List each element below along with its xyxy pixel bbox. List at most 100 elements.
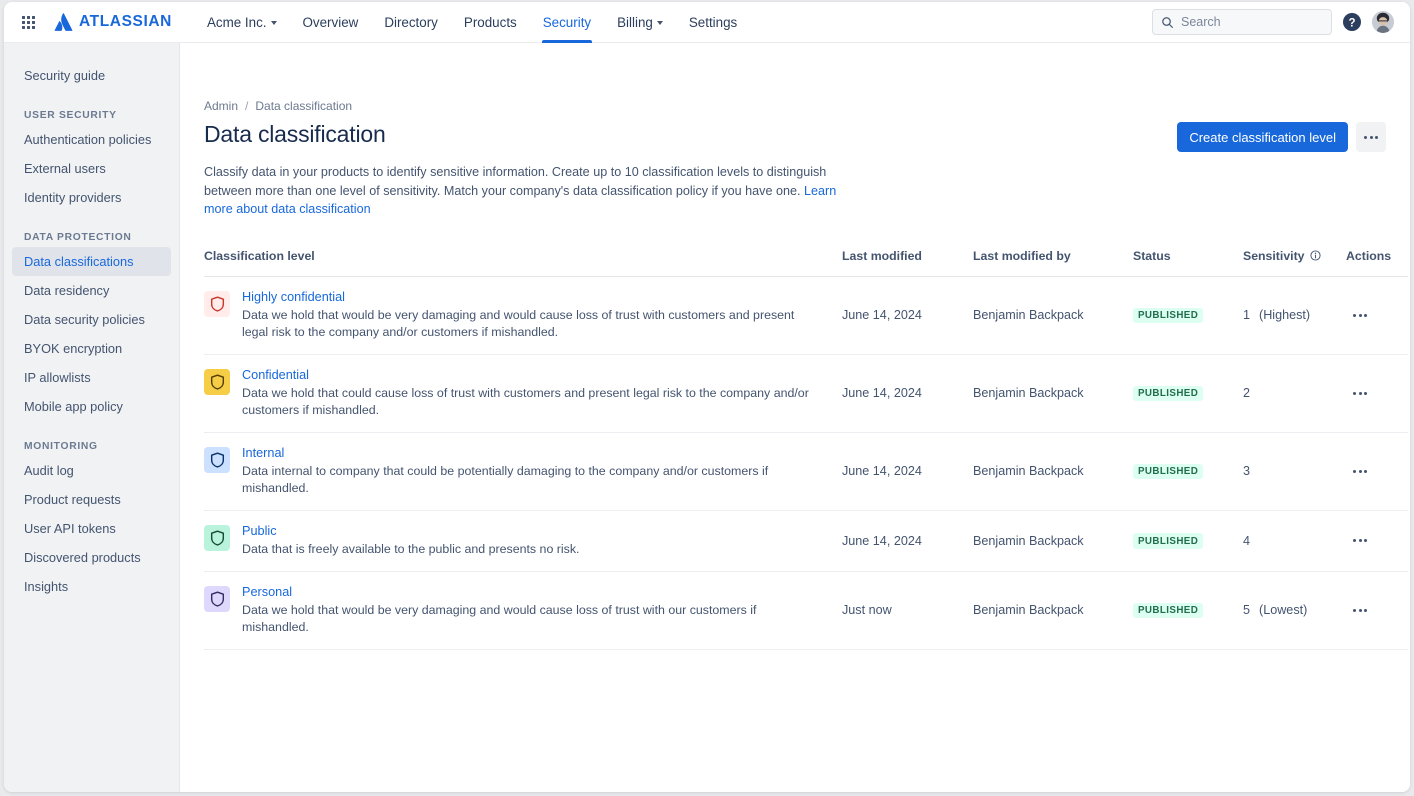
nav-label: Products (464, 15, 517, 30)
table-header: Classification level Last modified Last … (204, 249, 1408, 277)
nav-item-directory[interactable]: Directory (371, 2, 451, 43)
avatar[interactable] (1372, 11, 1394, 33)
sidebar-section-monitoring: MONITORING (12, 441, 171, 452)
breadcrumb-admin[interactable]: Admin (204, 99, 238, 113)
shield-glyph-icon (210, 530, 225, 546)
nav-item-overview[interactable]: Overview (290, 2, 372, 43)
sidebar-item-external-users[interactable]: External users (12, 154, 171, 183)
nav-item-products[interactable]: Products (451, 2, 530, 43)
sidebar-item-data-classifications[interactable]: Data classifications (12, 247, 171, 276)
help-icon[interactable]: ? (1342, 12, 1362, 32)
col-last-modified-by: Last modified by (973, 249, 1133, 277)
nav-item-acme-inc[interactable]: Acme Inc. (194, 2, 290, 43)
classification-level-link[interactable]: Personal (242, 585, 292, 599)
cell-actions (1346, 571, 1408, 649)
sidebar-item-mobile-app-policy[interactable]: Mobile app policy (12, 392, 171, 421)
search-box[interactable] (1152, 9, 1332, 35)
nav-item-security[interactable]: Security (530, 2, 604, 43)
status-badge: PUBLISHED (1133, 308, 1203, 324)
sensitivity-rank-label: (Highest) (1259, 308, 1310, 322)
classification-level-description: Data we hold that would be very damaging… (242, 307, 816, 341)
table-body: Highly confidential Data we hold that wo… (204, 276, 1408, 649)
breadcrumb: Admin / Data classification (204, 99, 1386, 113)
sensitivity-value: 4 (1243, 534, 1250, 548)
app-switcher-icon[interactable] (14, 8, 42, 36)
row-more-actions-button[interactable] (1346, 380, 1374, 406)
sidebar-item-data-residency[interactable]: Data residency (12, 276, 171, 305)
cell-classification-level: Personal Data we hold that would be very… (204, 571, 842, 649)
brand-name: ATLASSIAN (79, 13, 172, 31)
primary-nav: Acme Inc. Overview Directory Products Se… (194, 2, 750, 43)
row-more-actions-button[interactable] (1346, 528, 1374, 554)
sidebar-item-discovered-products[interactable]: Discovered products (12, 543, 171, 572)
nav-label: Settings (689, 15, 737, 30)
status-badge: PUBLISHED (1133, 464, 1203, 480)
info-circle-icon (1310, 250, 1321, 261)
sidebar-item-identity-providers[interactable]: Identity providers (12, 183, 171, 212)
grid-dots (22, 16, 35, 29)
classification-level-link[interactable]: Public (242, 524, 277, 538)
shield-icon (204, 447, 230, 473)
nav-label: Overview (303, 15, 359, 30)
cell-sensitivity: 4 (1243, 510, 1346, 571)
cell-status: PUBLISHED (1133, 510, 1243, 571)
info-icon[interactable] (1310, 250, 1321, 261)
status-badge: PUBLISHED (1133, 603, 1203, 619)
classification-level-description: Data internal to company that could be p… (242, 463, 816, 497)
sidebar-item-authentication-policies[interactable]: Authentication policies (12, 125, 171, 154)
nav-label: Acme Inc. (207, 15, 267, 30)
classification-level-link[interactable]: Confidential (242, 368, 309, 382)
atlassian-logo[interactable]: ATLASSIAN (54, 13, 172, 31)
cell-classification-level: Highly confidential Data we hold that wo… (204, 276, 842, 354)
main-content: Admin / Data classification Data classif… (180, 43, 1410, 792)
classification-level-link[interactable]: Highly confidential (242, 290, 345, 304)
classification-level-description: Data that is freely available to the pub… (242, 541, 580, 558)
col-actions: Actions (1346, 249, 1408, 277)
row-more-actions-button[interactable] (1346, 458, 1374, 484)
nav-item-billing[interactable]: Billing (604, 2, 676, 43)
row-more-actions-button[interactable] (1346, 597, 1374, 623)
sidebar-item-user-api-tokens[interactable]: User API tokens (12, 514, 171, 543)
sidebar-section-data-protection: DATA PROTECTION (12, 232, 171, 243)
cell-status: PUBLISHED (1133, 571, 1243, 649)
sidebar-item-security-guide[interactable]: Security guide (12, 61, 171, 90)
nav-label: Billing (617, 15, 653, 30)
breadcrumb-current[interactable]: Data classification (255, 99, 352, 113)
sidebar-item-byok-encryption[interactable]: BYOK encryption (12, 334, 171, 363)
cell-last-modified-by: Benjamin Backpack (973, 571, 1133, 649)
cell-classification-level: Internal Data internal to company that c… (204, 432, 842, 510)
sidebar-item-audit-log[interactable]: Audit log (12, 456, 171, 485)
page-body: Security guide USER SECURITY Authenticat… (4, 43, 1410, 792)
cell-status: PUBLISHED (1133, 276, 1243, 354)
row-more-actions-button[interactable] (1346, 302, 1374, 328)
global-navigation: ATLASSIAN Acme Inc. Overview Directory P… (4, 2, 1410, 43)
classification-levels-table: Classification level Last modified Last … (204, 249, 1408, 650)
atlassian-mark-icon (54, 13, 73, 31)
search-input[interactable] (1181, 15, 1323, 29)
cell-sensitivity: 3 (1243, 432, 1346, 510)
sidebar-item-ip-allowlists[interactable]: IP allowlists (12, 363, 171, 392)
sidebar-item-insights[interactable]: Insights (12, 572, 171, 601)
sensitivity-value: 3 (1243, 464, 1250, 478)
page-more-actions-button[interactable] (1356, 122, 1386, 152)
shield-glyph-icon (210, 374, 225, 390)
shield-glyph-icon (210, 296, 225, 312)
cell-sensitivity: 1 (Highest) (1243, 276, 1346, 354)
help-circle-icon: ? (1342, 12, 1362, 32)
nav-item-settings[interactable]: Settings (676, 2, 750, 43)
create-classification-level-button[interactable]: Create classification level (1177, 122, 1348, 152)
cell-classification-level: Confidential Data we hold that could cau… (204, 354, 842, 432)
cell-sensitivity: 5 (Lowest) (1243, 571, 1346, 649)
sensitivity-value: 1 (1243, 308, 1250, 322)
page-description-text: Classify data in your products to identi… (204, 165, 826, 198)
sidebar-item-data-security-policies[interactable]: Data security policies (12, 305, 171, 334)
sidebar-item-product-requests[interactable]: Product requests (12, 485, 171, 514)
classification-level-description: Data we hold that could cause loss of tr… (242, 385, 816, 419)
col-classification-level: Classification level (204, 249, 842, 277)
classification-level-link[interactable]: Internal (242, 446, 284, 460)
avatar-image (1372, 11, 1394, 33)
col-sensitivity-label: Sensitivity (1243, 249, 1305, 263)
cell-last-modified: June 14, 2024 (842, 276, 973, 354)
shield-glyph-icon (210, 452, 225, 468)
chevron-down-icon (271, 21, 277, 25)
